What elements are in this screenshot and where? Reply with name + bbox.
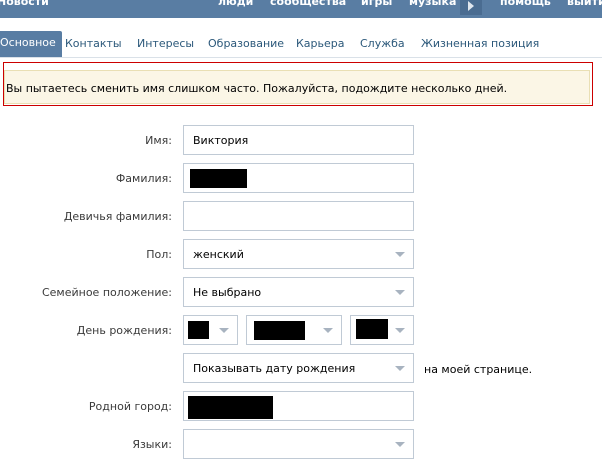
profile-tabs: Основное Контакты Интересы Образование К… <box>0 31 602 58</box>
hometown-input[interactable] <box>183 391 414 421</box>
tab-service[interactable]: Служба <box>360 37 405 50</box>
birthday-label: День рождения: <box>76 324 172 337</box>
nav-people-link[interactable]: люди <box>218 0 253 8</box>
tab-career[interactable]: Карьера <box>296 37 345 50</box>
languages-select[interactable] <box>183 429 414 459</box>
nav-games-link[interactable]: игры <box>361 0 392 8</box>
redacted-block <box>188 321 209 339</box>
gender-select[interactable]: женский <box>183 239 414 269</box>
redacted-block <box>188 396 273 419</box>
nav-music-link[interactable]: музыка <box>409 0 456 8</box>
birthday-month-select[interactable] <box>246 315 342 345</box>
gender-value: женский <box>193 248 244 261</box>
tab-main[interactable]: Основное <box>0 31 62 57</box>
birthday-year-select[interactable] <box>350 315 414 345</box>
tab-life-position[interactable]: Жизненная позиция <box>421 37 539 50</box>
birthday-visibility-suffix: на моей странице. <box>424 363 533 376</box>
nav-logout-link[interactable]: выйти <box>567 0 602 8</box>
redacted-block <box>356 319 388 339</box>
error-message-box: Вы пытаетесь сменить имя слишком часто. … <box>4 70 590 104</box>
birthday-visibility-select[interactable]: Показывать дату рождения <box>183 353 414 383</box>
relationship-select[interactable]: Не выбрано <box>183 277 414 307</box>
relationship-value: Не выбрано <box>193 286 262 299</box>
tab-education[interactable]: Образование <box>208 37 284 50</box>
maiden-name-label: Девичья фамилия: <box>63 210 172 223</box>
last-name-label: Фамилия: <box>115 172 172 185</box>
top-nav-bar: Новости люди сообщества игры музыка помо… <box>0 0 602 18</box>
first-name-input[interactable]: Виктория <box>183 125 414 155</box>
nav-help-link[interactable]: помощь <box>500 0 551 8</box>
nav-groups-link[interactable]: сообщества <box>270 0 346 8</box>
maiden-name-input[interactable] <box>183 201 414 231</box>
nav-news-link[interactable]: Новости <box>0 0 49 8</box>
last-name-input[interactable] <box>183 163 414 193</box>
hometown-label: Родной город: <box>88 400 172 413</box>
redacted-block <box>254 321 305 340</box>
play-icon[interactable] <box>460 0 482 15</box>
birthday-day-select[interactable] <box>183 315 238 345</box>
first-name-value: Виктория <box>193 134 249 147</box>
first-name-label: Имя: <box>145 134 172 147</box>
error-message-text: Вы пытаетесь сменить имя слишком часто. … <box>6 82 508 95</box>
tab-interests[interactable]: Интересы <box>137 37 194 50</box>
languages-label: Языки: <box>132 438 172 451</box>
gender-label: Пол: <box>146 248 172 261</box>
tab-contacts[interactable]: Контакты <box>65 37 122 50</box>
relationship-label: Семейное положение: <box>41 286 172 299</box>
birthday-visibility-value: Показывать дату рождения <box>193 362 356 375</box>
redacted-block <box>190 169 247 188</box>
